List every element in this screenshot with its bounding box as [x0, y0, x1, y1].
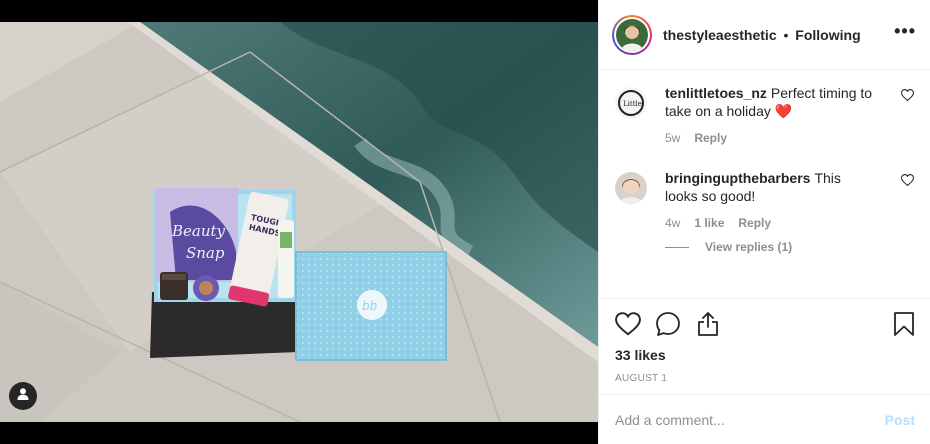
box-label-line1: Beauty	[171, 222, 226, 240]
author-username[interactable]: thestyleaesthetic	[663, 27, 777, 43]
more-options-icon[interactable]: •••	[894, 21, 916, 42]
comment-like-heart-icon[interactable]	[900, 173, 915, 191]
author-avatar[interactable]	[612, 14, 652, 55]
comment-body: tenlittletoes_nz Perfect timing to take o…	[665, 84, 875, 120]
post-details-panel: thestyleaesthetic • Following ••• Little…	[598, 0, 930, 444]
comment-body: bringingupthebarbers This looks so good!	[665, 169, 875, 205]
add-comment-input[interactable]	[615, 411, 885, 428]
header-text: thestyleaesthetic • Following	[663, 27, 894, 43]
post-header: thestyleaesthetic • Following •••	[599, 0, 930, 70]
post-date[interactable]: AUGUST 1	[615, 373, 915, 384]
header-separator: •	[783, 26, 789, 43]
view-replies-line	[665, 246, 689, 248]
comments-list: Little tenlittletoes_nz Perfect timing to…	[599, 70, 930, 298]
reply-button[interactable]: Reply	[694, 131, 727, 145]
share-icon[interactable]	[695, 311, 721, 337]
tag-user-button[interactable]	[9, 382, 37, 410]
comment-username[interactable]: tenlittletoes_nz	[665, 85, 767, 101]
post-media: Beauty Snap TOUGH HANDS bb	[0, 0, 598, 444]
post-actions-section: 33 likes AUGUST 1	[599, 298, 930, 394]
reply-button[interactable]: Reply	[738, 216, 771, 230]
comment-icon[interactable]	[655, 311, 681, 337]
comment-username[interactable]: bringingupthebarbers	[665, 170, 810, 186]
lid-logo: bb	[362, 299, 378, 313]
commenter-avatar[interactable]	[615, 172, 647, 204]
commenter-avatar-text: Little	[623, 100, 642, 108]
comment-meta: 5w Reply	[665, 131, 875, 145]
following-button[interactable]: Following	[795, 27, 860, 43]
bookmark-icon[interactable]	[893, 311, 915, 337]
comment-like-count[interactable]: 1 like	[694, 216, 724, 230]
comment-item: Little tenlittletoes_nz Perfect timing to…	[615, 84, 915, 145]
comment-item: bringingupthebarbers This looks so good! …	[615, 169, 915, 230]
comment-time[interactable]: 5w	[665, 131, 680, 145]
tag-user-icon	[16, 387, 30, 406]
post-comment-button[interactable]: Post	[885, 412, 915, 428]
post-photo[interactable]: Beauty Snap TOUGH HANDS bb	[0, 22, 598, 422]
view-replies-button[interactable]: View replies (1)	[665, 240, 914, 254]
action-bar	[615, 299, 915, 349]
add-comment-bar: Post	[599, 394, 930, 444]
box-label-line2: Snap	[186, 244, 225, 262]
comment-time[interactable]: 4w	[665, 216, 680, 230]
view-replies-label: View replies (1)	[705, 240, 793, 254]
commenter-avatar[interactable]: Little	[615, 87, 647, 119]
comment-meta: 4w 1 like Reply	[665, 216, 875, 230]
heart-icon[interactable]	[615, 312, 641, 336]
likes-count[interactable]: 33 likes	[615, 347, 915, 363]
comment-like-heart-icon[interactable]	[900, 88, 915, 106]
